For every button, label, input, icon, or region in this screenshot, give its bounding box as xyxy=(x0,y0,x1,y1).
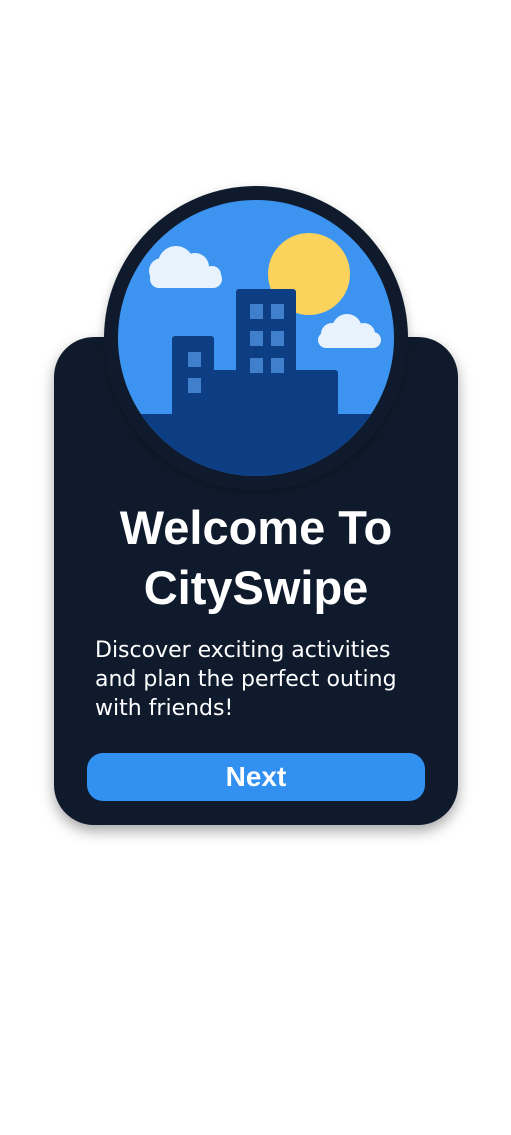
city-skyline-illustration xyxy=(118,200,394,476)
next-button[interactable]: Next xyxy=(87,753,425,801)
welcome-description: Discover exciting activities and plan th… xyxy=(95,638,397,721)
onboarding-screen: Welcome To CitySwipe Discover exciting a… xyxy=(0,0,511,1135)
welcome-title: Welcome To CitySwipe xyxy=(119,501,393,614)
